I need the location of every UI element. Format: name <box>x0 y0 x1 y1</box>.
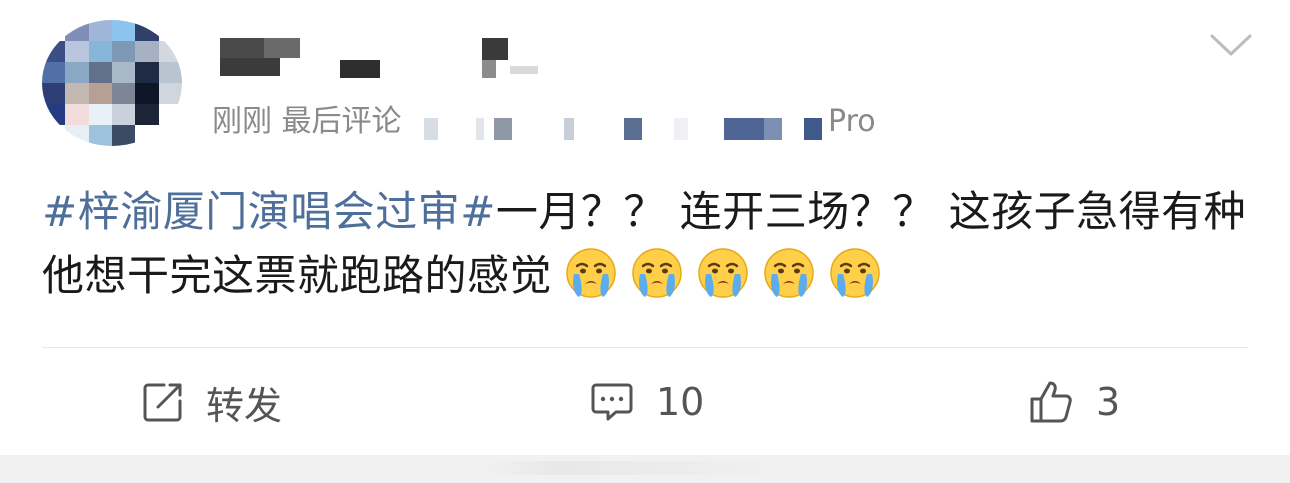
avatar-pixel <box>65 125 89 146</box>
avatar-pixel <box>88 83 112 104</box>
avatar-pixel <box>65 62 89 83</box>
pixel-block <box>674 118 688 140</box>
post-time-source: 刚刚 最后评论 <box>212 104 402 139</box>
avatar-pixel <box>65 41 89 62</box>
hashtag-link[interactable]: #梓渝厦门演唱会过审# <box>42 187 496 236</box>
username[interactable] <box>220 38 560 82</box>
avatar-pixel <box>158 125 182 146</box>
avatar-pixel <box>42 83 66 104</box>
avatar-pixel <box>135 62 159 83</box>
avatar-pixel <box>65 83 89 104</box>
avatar-pixel <box>112 125 136 146</box>
comment-icon <box>591 383 633 421</box>
pixel-block <box>494 118 512 140</box>
avatar-pixel <box>42 62 66 83</box>
avatar-pixel <box>158 104 182 125</box>
avatar-pixel <box>112 20 136 41</box>
avatar-pixel <box>65 104 89 125</box>
pixel-block <box>476 118 484 140</box>
avatar-pixel <box>42 125 66 146</box>
post-content: #梓渝厦门演唱会过审#一月？？ 连开三场？？ 这孩子急得有种他想干完这票就跑路的… <box>42 180 1252 308</box>
avatar-pixel <box>158 41 182 62</box>
pixel-block <box>764 118 782 140</box>
repost-button[interactable]: 转发 <box>142 372 282 432</box>
thumbs-up-icon <box>1030 381 1072 423</box>
avatar-pixel <box>158 20 182 41</box>
avatar-pixel <box>88 62 112 83</box>
crying-emoji-icon <box>564 246 618 300</box>
avatar-pixel <box>88 20 112 41</box>
pixel-block <box>424 118 438 140</box>
avatar-pixel <box>112 62 136 83</box>
avatar-pixel <box>88 104 112 125</box>
emoji-row <box>552 248 882 300</box>
avatar-pixel <box>42 41 66 62</box>
avatar-pixel <box>42 20 66 41</box>
crying-emoji-icon <box>828 246 882 300</box>
avatar-pixel <box>158 83 182 104</box>
pixel-block <box>724 118 764 140</box>
repost-icon <box>143 383 182 422</box>
avatar-pixel <box>112 41 136 62</box>
chevron-down-icon[interactable] <box>1208 30 1254 60</box>
footer-bar <box>0 455 1290 483</box>
post-meta: 刚刚 最后评论 Pro <box>212 102 912 142</box>
divider <box>42 347 1248 348</box>
avatar-pixel <box>135 104 159 125</box>
pixel-block <box>564 118 574 140</box>
pixel-block <box>624 118 642 140</box>
like-count: 3 <box>1096 380 1121 424</box>
crying-emoji-icon <box>696 246 750 300</box>
avatar-pixel <box>135 20 159 41</box>
avatar-pixel <box>88 41 112 62</box>
avatar-pixel <box>65 20 89 41</box>
avatar[interactable] <box>42 20 182 146</box>
avatar-pixel <box>112 83 136 104</box>
avatar-pixel <box>42 104 66 125</box>
avatar-pixel <box>135 125 159 146</box>
watermark <box>480 461 800 475</box>
avatar-pixel <box>158 62 182 83</box>
crying-emoji-icon <box>762 246 816 300</box>
like-button[interactable]: 3 <box>1028 372 1120 432</box>
blurred-source <box>424 118 824 140</box>
avatar-pixel <box>112 104 136 125</box>
avatar-pixel <box>135 83 159 104</box>
comment-count: 10 <box>656 380 705 424</box>
pixel-block <box>804 118 822 140</box>
comment-button[interactable]: 10 <box>590 372 704 432</box>
weibo-post-card: 刚刚 最后评论 Pro #梓渝厦门演唱会过审#一月？？ 连开三场？？ 这孩子急得… <box>0 0 1290 455</box>
avatar-pixel <box>135 41 159 62</box>
repost-label: 转发 <box>206 383 283 428</box>
device-suffix: Pro <box>828 104 876 139</box>
crying-emoji-icon <box>630 246 684 300</box>
avatar-pixel <box>88 125 112 146</box>
